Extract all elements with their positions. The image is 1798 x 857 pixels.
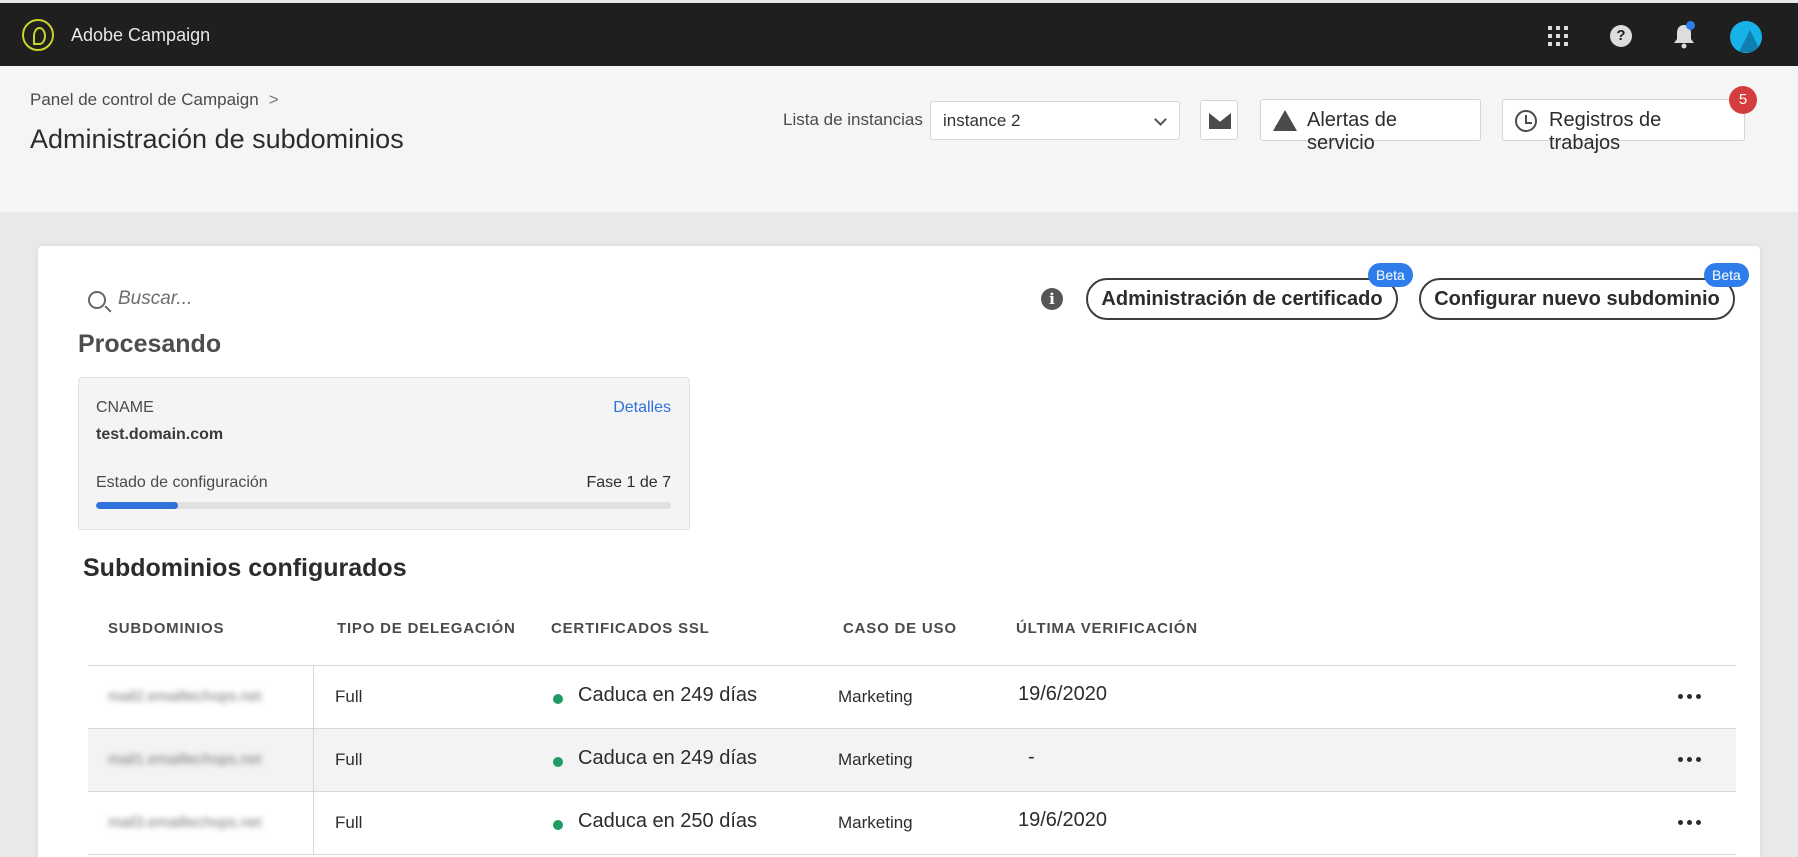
more-actions-icon[interactable] (1678, 820, 1701, 825)
more-actions-icon[interactable] (1678, 694, 1701, 699)
chevron-down-icon (1154, 113, 1167, 126)
notification-dot (1686, 21, 1695, 30)
job-logs-button[interactable]: Registros de trabajos (1502, 99, 1745, 154)
configured-subdomains-title: Subdominios configurados (83, 554, 407, 582)
delegation-type-cell: Full (335, 687, 363, 706)
envelope-icon (1209, 113, 1231, 129)
column-header-delegation-type[interactable]: TIPO DE DELEGACIÓN (337, 620, 516, 637)
table-row[interactable]: mail1.emailtechops.net Full Caduca en 24… (88, 729, 1736, 792)
column-header-subdomains[interactable]: SUBDOMINIOS (108, 620, 224, 637)
beta-badge: Beta (1704, 263, 1749, 287)
avatar[interactable] (1730, 21, 1762, 53)
processing-title: Procesando (78, 330, 222, 358)
column-header-ssl-certificates[interactable]: CERTIFICADOS SSL (551, 620, 710, 637)
cname-value: test.domain.com (96, 426, 224, 443)
info-icon[interactable]: i (1041, 288, 1063, 310)
details-link[interactable]: Detalles (613, 399, 671, 417)
service-alerts-label: Alertas de servicio (1307, 109, 1398, 154)
service-alerts-button[interactable]: Alertas de servicio (1260, 99, 1481, 154)
warning-icon (1273, 110, 1297, 131)
column-header-use-case[interactable]: CASO DE USO (843, 620, 957, 637)
config-phase: Fase 1 de 7 (586, 474, 672, 491)
delegation-type-cell: Full (335, 813, 363, 832)
config-status-label: Estado de configuración (96, 474, 268, 491)
use-case-cell: Marketing (838, 750, 913, 769)
config-progress-fill (96, 502, 179, 509)
use-case-cell: Marketing (838, 687, 913, 706)
column-divider (313, 729, 314, 792)
subdomains-card: i Administración de certificado Beta Con… (38, 246, 1760, 857)
table-row[interactable]: mail3.emailtechops.net Full Caduca en 25… (88, 792, 1736, 855)
email-settings-button[interactable] (1200, 100, 1238, 140)
config-progress-bar (96, 502, 671, 509)
column-divider (313, 666, 314, 729)
job-logs-count-badge: 5 (1729, 86, 1757, 114)
column-divider (313, 792, 314, 855)
ssl-certificate-cell: Caduca en 249 días (578, 747, 758, 769)
history-icon (1515, 110, 1537, 132)
instance-select[interactable]: instance 2 (930, 101, 1180, 140)
last-verified-cell: 19/6/2020 (1018, 809, 1107, 831)
beta-badge: Beta (1368, 263, 1413, 287)
column-header-last-verified[interactable]: ÚLTIMA VERIFICACIÓN (1016, 620, 1198, 637)
adobe-campaign-logo-icon[interactable] (22, 19, 54, 51)
subdomain-cell: mail2.emailtechops.net (108, 688, 262, 705)
setup-new-subdomain-button[interactable]: Configurar nuevo subdominio (1419, 278, 1735, 320)
delegation-type-cell: Full (335, 750, 363, 769)
job-logs-label: Registros de trabajos (1549, 109, 1662, 154)
chevron-right-icon: > (268, 90, 279, 109)
page-title: Administración de subdominios (30, 124, 404, 154)
apps-grid-icon[interactable] (1548, 26, 1568, 46)
cname-label: CNAME (96, 399, 154, 416)
app-name: Adobe Campaign (71, 25, 211, 45)
ssl-certificate-cell: Caduca en 250 días (578, 810, 758, 832)
ssl-status-dot-icon (553, 820, 563, 830)
ssl-status-dot-icon (553, 757, 563, 767)
subdomain-cell: mail1.emailtechops.net (108, 751, 262, 768)
certificate-management-button[interactable]: Administración de certificado (1086, 278, 1398, 320)
search-input[interactable] (118, 284, 418, 314)
breadcrumb[interactable]: Panel de control de Campaign > (30, 90, 279, 110)
page-header: Panel de control de Campaign > Administra… (0, 66, 1798, 212)
instance-list-label: Lista de instancias (783, 110, 923, 129)
use-case-cell: Marketing (838, 813, 913, 832)
table-row[interactable]: mail2.emailtechops.net Full Caduca en 24… (88, 666, 1736, 729)
ssl-status-dot-icon (553, 694, 563, 704)
more-actions-icon[interactable] (1678, 757, 1701, 762)
help-icon[interactable]: ? (1610, 25, 1632, 47)
ssl-certificate-cell: Caduca en 249 días (578, 684, 758, 706)
last-verified-cell: - (1028, 746, 1035, 768)
breadcrumb-link[interactable]: Panel de control de Campaign (30, 90, 259, 109)
instance-select-value: instance 2 (943, 111, 1021, 130)
subdomain-cell: mail3.emailtechops.net (108, 814, 262, 831)
processing-card: CNAME Detalles test.domain.com Estado de… (78, 377, 690, 530)
search-icon (88, 291, 106, 309)
last-verified-cell: 19/6/2020 (1018, 683, 1107, 705)
top-bar: Adobe Campaign ? (0, 3, 1798, 66)
